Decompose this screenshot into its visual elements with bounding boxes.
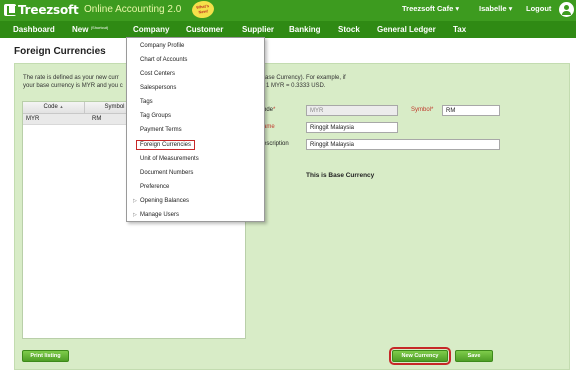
currency-panel: The rate is defined as your new curr you… (14, 63, 570, 370)
name-field[interactable]: Ringgit Malaysia (306, 122, 398, 133)
company-name: Treezsoft Cafe (402, 4, 454, 13)
user-name: Isabelle (479, 4, 507, 13)
nav-general-ledger[interactable]: General Ledger (377, 25, 436, 34)
nav-stock[interactable]: Stock (338, 25, 360, 34)
house-icon (4, 4, 17, 16)
nav-company[interactable]: Company (133, 25, 169, 34)
logout-link[interactable]: Logout (526, 4, 551, 13)
help-line: your base currency is MYR and you c (23, 83, 123, 89)
menu-item-chart-of-accounts[interactable]: Chart of Accounts (140, 57, 187, 63)
sort-asc-icon: ▲ (59, 104, 64, 109)
nav-dashboard[interactable]: Dashboard (13, 25, 55, 34)
code-field: MYR (306, 105, 398, 116)
symbol-label: Symbol* (411, 107, 434, 113)
description-field[interactable]: Ringgit Malaysia (306, 139, 500, 150)
nav-customer[interactable]: Customer (186, 25, 223, 34)
column-header-label: Code (43, 104, 58, 110)
page-title: Foreign Currencies (14, 46, 106, 57)
menu-item-opening-balances[interactable]: Opening Balances (140, 198, 189, 204)
nav-supplier[interactable]: Supplier (242, 25, 274, 34)
help-line: The rate is defined as your new curr (23, 75, 119, 81)
menu-item-cost-centers[interactable]: Cost Centers (140, 71, 175, 77)
nav-tax[interactable]: Tax (453, 25, 466, 34)
help-text-right: Base Currency). For example, if n 1 MYR … (261, 74, 346, 90)
menu-item-payment-terms[interactable]: Payment Terms (140, 127, 182, 133)
menu-item-company-profile[interactable]: Company Profile (140, 43, 184, 49)
chevron-down-icon: ▾ (508, 4, 513, 13)
column-header-code[interactable]: Code ▲ (23, 102, 85, 113)
chevron-down-icon: ▾ (455, 4, 460, 13)
nav-new-shortcut: (Shortcut) (90, 25, 109, 30)
help-line: Base Currency). For example, if (261, 75, 346, 81)
company-switcher[interactable]: Treezsoft Cafe ▾ (402, 4, 459, 13)
menu-item-unit-of-measurements[interactable]: Unit of Measurements (140, 156, 199, 162)
main-nav: Dashboard New (Shortcut) Company Custome… (0, 21, 576, 38)
print-listing-button[interactable]: Print listing (22, 350, 69, 362)
menu-item-document-numbers[interactable]: Document Numbers (140, 170, 193, 176)
top-bar: Treezsoft Online Accounting 2.0 What's N… (0, 0, 576, 21)
nav-banking[interactable]: Banking (289, 25, 321, 34)
company-menu: Company Profile Chart of Accounts Cost C… (126, 37, 265, 222)
description-label: escription (263, 141, 289, 147)
user-avatar-icon[interactable] (559, 2, 574, 17)
submenu-arrow-icon: ▷ (133, 212, 137, 218)
new-currency-button[interactable]: New Currency (389, 347, 451, 365)
menu-item-tags[interactable]: Tags (140, 99, 153, 105)
cell-code: MYR (26, 116, 40, 122)
nav-new[interactable]: New (Shortcut) (72, 25, 108, 34)
submenu-arrow-icon: ▷ (133, 198, 137, 204)
help-line: n 1 MYR = 0.3333 USD. (261, 83, 326, 89)
help-text: The rate is defined as your new curr you… (23, 74, 123, 90)
menu-item-foreign-currencies[interactable]: Foreign Currencies (136, 140, 196, 150)
whats-new-badge[interactable]: What's New! (190, 0, 216, 20)
menu-item-preference[interactable]: Preference (140, 184, 169, 190)
menu-item-manage-users[interactable]: Manage Users (140, 212, 179, 218)
product-name: Online Accounting 2.0 (84, 4, 182, 15)
nav-new-label: New (72, 25, 89, 34)
symbol-field[interactable]: RM (442, 105, 500, 116)
treezsoft-logo[interactable]: Treezsoft (4, 2, 79, 18)
base-currency-note: This is Base Currency (306, 172, 375, 179)
user-menu[interactable]: Isabelle ▾ (479, 4, 512, 13)
menu-item-salespersons[interactable]: Salespersons (140, 85, 176, 91)
logo-text: Treezsoft (18, 3, 79, 17)
save-button[interactable]: Save (455, 350, 493, 362)
menu-item-tag-groups[interactable]: Tag Groups (140, 113, 171, 119)
